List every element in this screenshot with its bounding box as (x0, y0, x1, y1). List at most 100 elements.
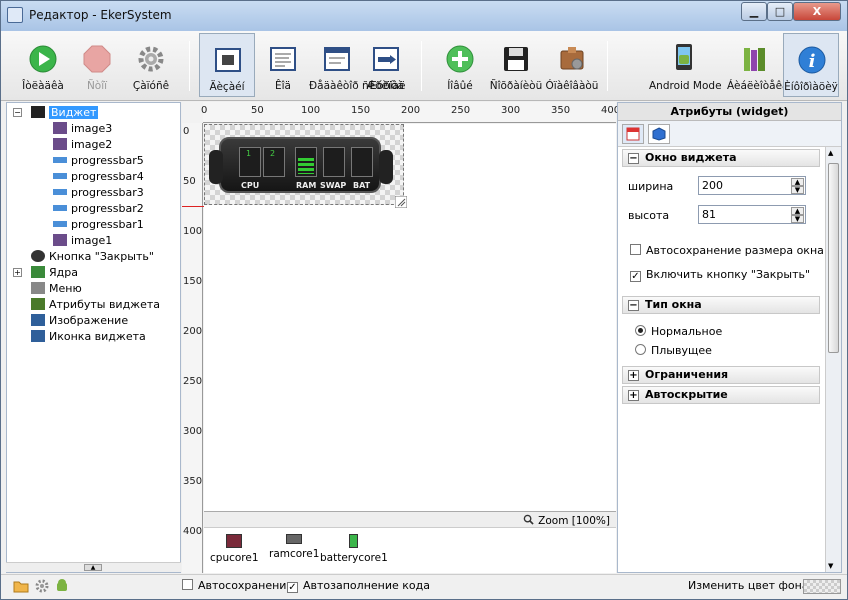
spin-up-icon[interactable]: ▲ (791, 178, 804, 186)
new-button[interactable]: Íîâûé (432, 33, 488, 97)
tree-item-label: Меню (49, 282, 82, 295)
section-widget-window[interactable]: − Окно виджета (622, 149, 820, 167)
log-button[interactable]: Æóðíàë (358, 33, 414, 97)
tree-item[interactable]: progressbar3 (53, 185, 144, 201)
tree-item-label: progressbar5 (71, 154, 144, 167)
core-item-cpu[interactable]: cpucore1 (210, 534, 259, 564)
calendar-icon (626, 127, 640, 141)
tree-item-label: progressbar2 (71, 202, 144, 215)
core-item-label: ramcore1 (269, 548, 320, 560)
library-label: Áèáëèîòåêà (727, 80, 789, 92)
scrollbar-thumb[interactable] (828, 163, 839, 353)
gadget-left-cap (209, 150, 223, 184)
tree-item[interactable]: image1 (53, 233, 112, 249)
swap-label: SWAP (320, 181, 347, 190)
folder-icon[interactable] (13, 579, 29, 593)
tree-item[interactable]: progressbar2 (53, 201, 144, 217)
core-item-ram[interactable]: ramcore1 (269, 534, 319, 560)
type-normal-label: Нормальное (651, 325, 723, 338)
scroll-up-arrow-icon[interactable]: ▲ (84, 564, 102, 571)
tab-cube[interactable] (648, 124, 670, 144)
tree-item[interactable]: progressbar4 (53, 169, 144, 185)
script-editor-button[interactable]: Ðåäàêòîð ñêðèïòà (309, 33, 404, 97)
ruler-tick-label: 200 (401, 105, 421, 116)
tree-item[interactable]: Ядра (31, 265, 78, 281)
core-item-battery[interactable]: batterycore1 (320, 534, 388, 564)
tree-horizontal-scrollbar[interactable]: ▲ (6, 562, 181, 572)
type-floating-radio[interactable]: Плывущее (635, 344, 712, 357)
tree-item[interactable]: image3 (53, 121, 112, 137)
tree-item[interactable]: Изображение (31, 313, 128, 329)
bg-color-label[interactable]: Изменить цвет фона (688, 579, 809, 592)
minimize-button[interactable]: ▁ (741, 2, 767, 21)
design-surface[interactable]: 1 2 CPU RAM SWAP BAT (204, 124, 616, 511)
spin-down-icon[interactable]: ▼ (791, 215, 804, 223)
scroll-down-icon[interactable]: ▼ (828, 562, 833, 570)
widget-gadget: 1 2 CPU RAM SWAP BAT (209, 137, 393, 193)
expand-icon[interactable]: + (13, 268, 22, 277)
plus-icon (446, 45, 474, 73)
ruler-tick-label: 100 (301, 105, 321, 116)
zoom-label[interactable]: Zoom [100%] (523, 514, 610, 527)
autosave-size-checkbox[interactable]: Автосохранение размера окна (630, 244, 824, 257)
section-autohide[interactable]: + Автоскрытие (622, 386, 820, 404)
tree-item[interactable]: image2 (53, 137, 112, 153)
width-label: ширина (628, 180, 674, 193)
launch-button[interactable]: Çàïóñê (123, 33, 179, 97)
scroll-up-icon[interactable]: ▲ (828, 149, 833, 157)
design-button[interactable]: Äèçàéí (199, 33, 255, 97)
attributes-scrollbar[interactable]: ▲ ▼ (825, 147, 841, 572)
spin-down-icon[interactable]: ▼ (791, 186, 804, 194)
new-label: Íîâûé (447, 80, 473, 92)
tree-item[interactable]: Виджет (31, 105, 99, 121)
core-1-label: 1 (246, 149, 252, 158)
widget-preview[interactable]: 1 2 CPU RAM SWAP BAT (204, 124, 407, 208)
close-button-checkbox[interactable]: ✓ Включить кнопку "Закрыть" (630, 268, 810, 282)
design-icon (215, 48, 241, 72)
section-limits[interactable]: + Ограничения (622, 366, 820, 384)
stop-label: Ñòîï (86, 80, 108, 92)
package-button[interactable]: Óïàêîâàòü (544, 33, 600, 97)
design-canvas-area: 0 50 100 150 200 250 300 350 400 0 50 100 150 200 250… (182, 102, 620, 573)
settings-icon[interactable] (34, 579, 50, 593)
close-button[interactable]: X (793, 2, 841, 21)
tree-item[interactable]: Кнопка "Закрыть" (31, 249, 154, 265)
tree-item[interactable]: progressbar1 (53, 217, 144, 233)
stop-button[interactable]: Ñòîï (69, 33, 125, 97)
toolbar-separator (607, 41, 608, 91)
ruler-tick-label: 0 (183, 126, 190, 137)
tree-item[interactable]: progressbar5 (53, 153, 144, 169)
android-status-icon[interactable] (55, 578, 69, 594)
tab-calendar[interactable] (622, 124, 644, 144)
bg-color-swatch[interactable] (803, 579, 841, 594)
tree-item-label: image3 (71, 122, 113, 135)
height-spinner[interactable]: 81 ▲ ▼ (698, 205, 806, 224)
stop-icon (83, 45, 111, 73)
android-mode-button[interactable]: Android Mode (649, 33, 722, 97)
info-button[interactable]: i Èíôîðìàöèÿ (783, 33, 839, 97)
spin-up-icon[interactable]: ▲ (791, 207, 804, 215)
autocomplete-checkbox[interactable]: ✓ Автозаполнение кода (287, 579, 430, 593)
collapse-icon[interactable]: − (13, 108, 22, 117)
save-button[interactable]: Ñîõðàíèòü (488, 33, 544, 97)
library-button[interactable]: Áèáëèîòåêà (727, 33, 789, 97)
tree-item[interactable]: Атрибуты виджета (31, 297, 160, 313)
gadget-right-cap (379, 150, 393, 184)
maximize-button[interactable]: □ (767, 2, 793, 21)
code-button[interactable]: Êîä (255, 33, 311, 97)
core-2-label: 2 (270, 149, 276, 158)
tree-item[interactable]: Иконка виджета (31, 329, 146, 345)
width-spinner[interactable]: 200 ▲ ▼ (698, 176, 806, 195)
ruler-tick-label: 350 (183, 476, 203, 487)
resize-grip-icon[interactable] (395, 196, 407, 208)
info-label: Èíôîðìàöèÿ (784, 81, 838, 93)
section-window-type[interactable]: − Тип окна (622, 296, 820, 314)
debug-button[interactable]: Îòëàäêà (15, 33, 71, 97)
type-normal-radio[interactable]: Нормальное (635, 325, 722, 338)
progressbar-icon (53, 189, 67, 195)
autosave-checkbox[interactable]: Автосохранение (182, 579, 293, 592)
script-icon (324, 47, 350, 71)
close-button-icon (31, 250, 45, 262)
tree-item-label: Изображение (49, 314, 129, 327)
tree-item[interactable]: Меню (31, 281, 82, 297)
